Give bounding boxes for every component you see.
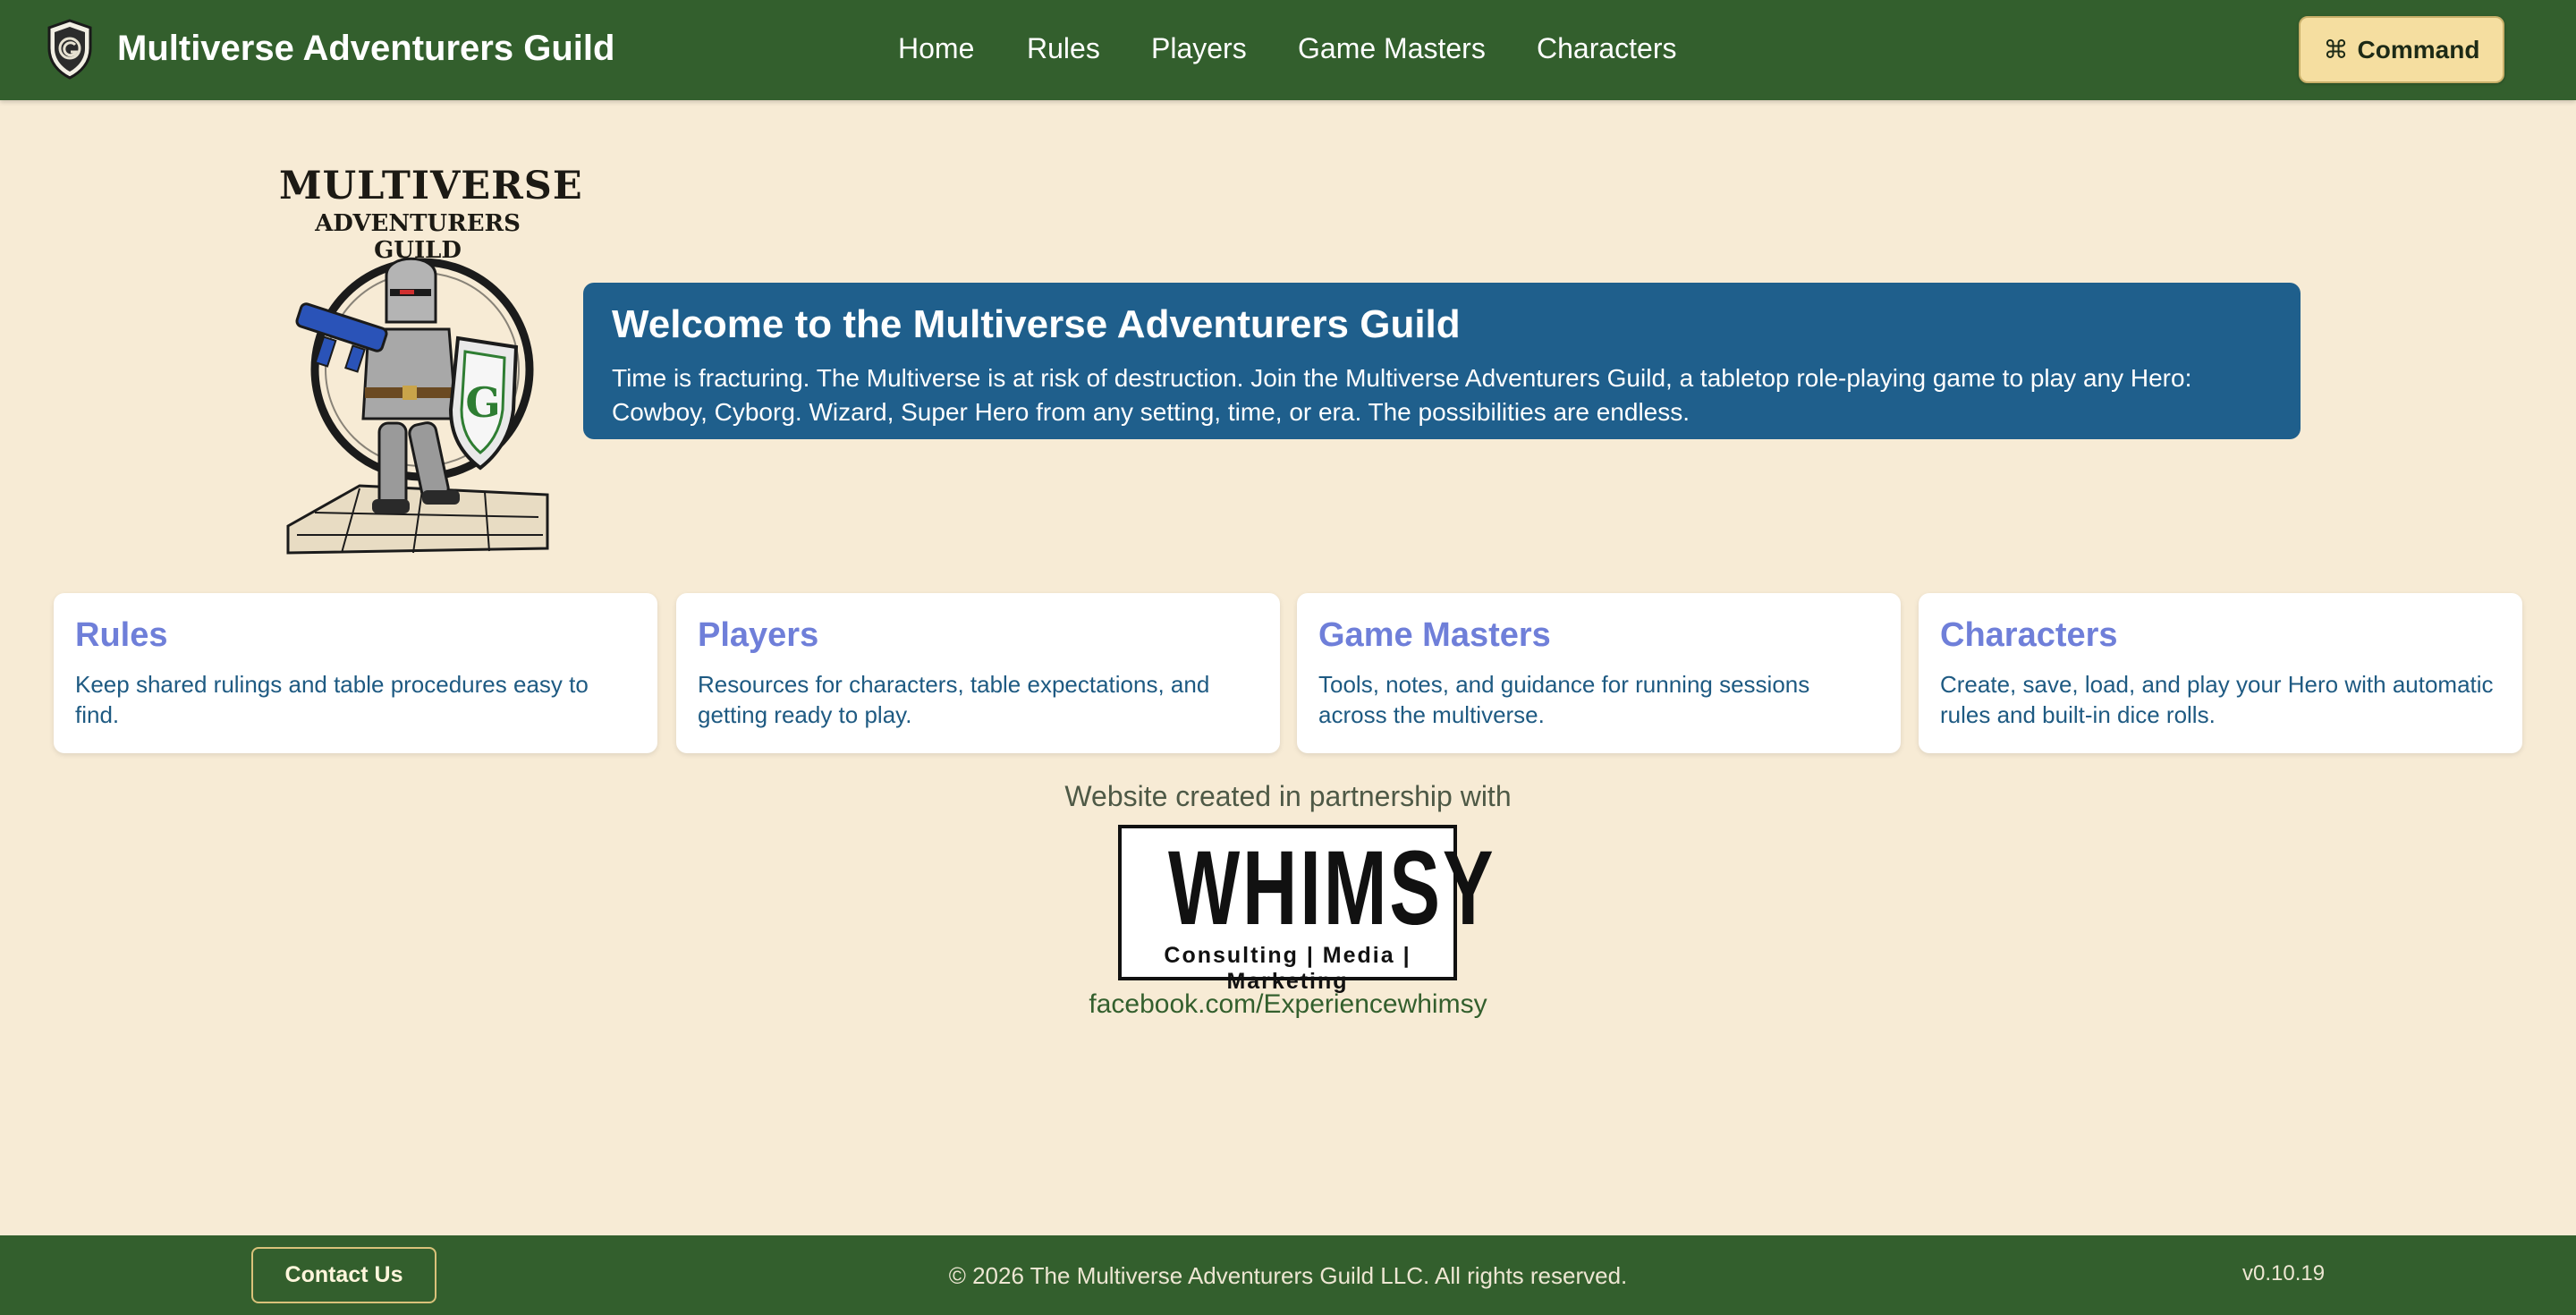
- nav-home[interactable]: Home: [898, 32, 974, 65]
- top-navbar: Multiverse Adventurers Guild Home Rules …: [0, 0, 2576, 100]
- partner-caption: Website created in partnership with: [1064, 780, 1512, 812]
- card-game-masters[interactable]: Game Masters Tools, notes, and guidance …: [1297, 593, 1901, 753]
- nav-game-masters[interactable]: Game Masters: [1298, 32, 1486, 65]
- nav-rules[interactable]: Rules: [1027, 32, 1100, 65]
- card-title: Rules: [75, 616, 168, 654]
- guild-shield-icon[interactable]: [45, 18, 95, 81]
- welcome-text: Time is fracturing. The Multiverse is at…: [612, 364, 2192, 426]
- knight-illustration-icon: G: [286, 257, 549, 555]
- nav-characters[interactable]: Characters: [1537, 32, 1677, 65]
- card-description: Keep shared rulings and table procedures…: [75, 671, 589, 728]
- command-key-icon: ⌘: [2323, 35, 2349, 64]
- whimsy-logo-word: WHIMSY: [1167, 829, 1496, 947]
- command-button[interactable]: ⌘ Command: [2299, 16, 2504, 83]
- card-players[interactable]: Players Resources for characters, table …: [676, 593, 1280, 753]
- whimsy-logo[interactable]: WHIMSY Consulting | Media | Marketing: [1118, 825, 1496, 994]
- site-title[interactable]: Multiverse Adventurers Guild: [117, 29, 614, 69]
- logo-title-line1: MULTIVERSE: [279, 164, 583, 208]
- card-characters[interactable]: Characters Create, save, load, and play …: [1919, 593, 2522, 753]
- command-button-label: Command: [2357, 35, 2480, 64]
- card-description: Create, save, load, and play your Hero w…: [1940, 671, 2494, 728]
- card-description: Resources for characters, table expectat…: [698, 671, 1210, 728]
- card-rules[interactable]: Rules Keep shared rulings and table proc…: [54, 593, 657, 753]
- card-title: Players: [698, 616, 819, 654]
- welcome-title: Welcome to the Multiverse Adventurers Gu…: [612, 302, 1461, 346]
- footer: Contact Us © 2026 The Multiverse Adventu…: [0, 1235, 2576, 1315]
- card-title: Game Masters: [1318, 616, 1551, 654]
- card-title: Characters: [1940, 616, 2118, 654]
- svg-text:G: G: [465, 378, 500, 427]
- nav-players[interactable]: Players: [1151, 32, 1247, 65]
- partner-facebook-link[interactable]: facebook.com/Experiencewhimsy: [0, 989, 2576, 1020]
- version-label: v0.10.19: [2242, 1261, 2326, 1285]
- copyright-text: © 2026 The Multiverse Adventurers Guild …: [948, 1262, 1628, 1289]
- guild-hero-logo: MULTIVERSE ADVENTURERS GUILD G: [279, 164, 583, 562]
- whimsy-logo-tagline: Consulting | Media | Marketing: [1164, 943, 1411, 994]
- welcome-panel: Welcome to the Multiverse Adventurers Gu…: [583, 283, 2301, 439]
- card-description: Tools, notes, and guidance for running s…: [1318, 671, 1810, 728]
